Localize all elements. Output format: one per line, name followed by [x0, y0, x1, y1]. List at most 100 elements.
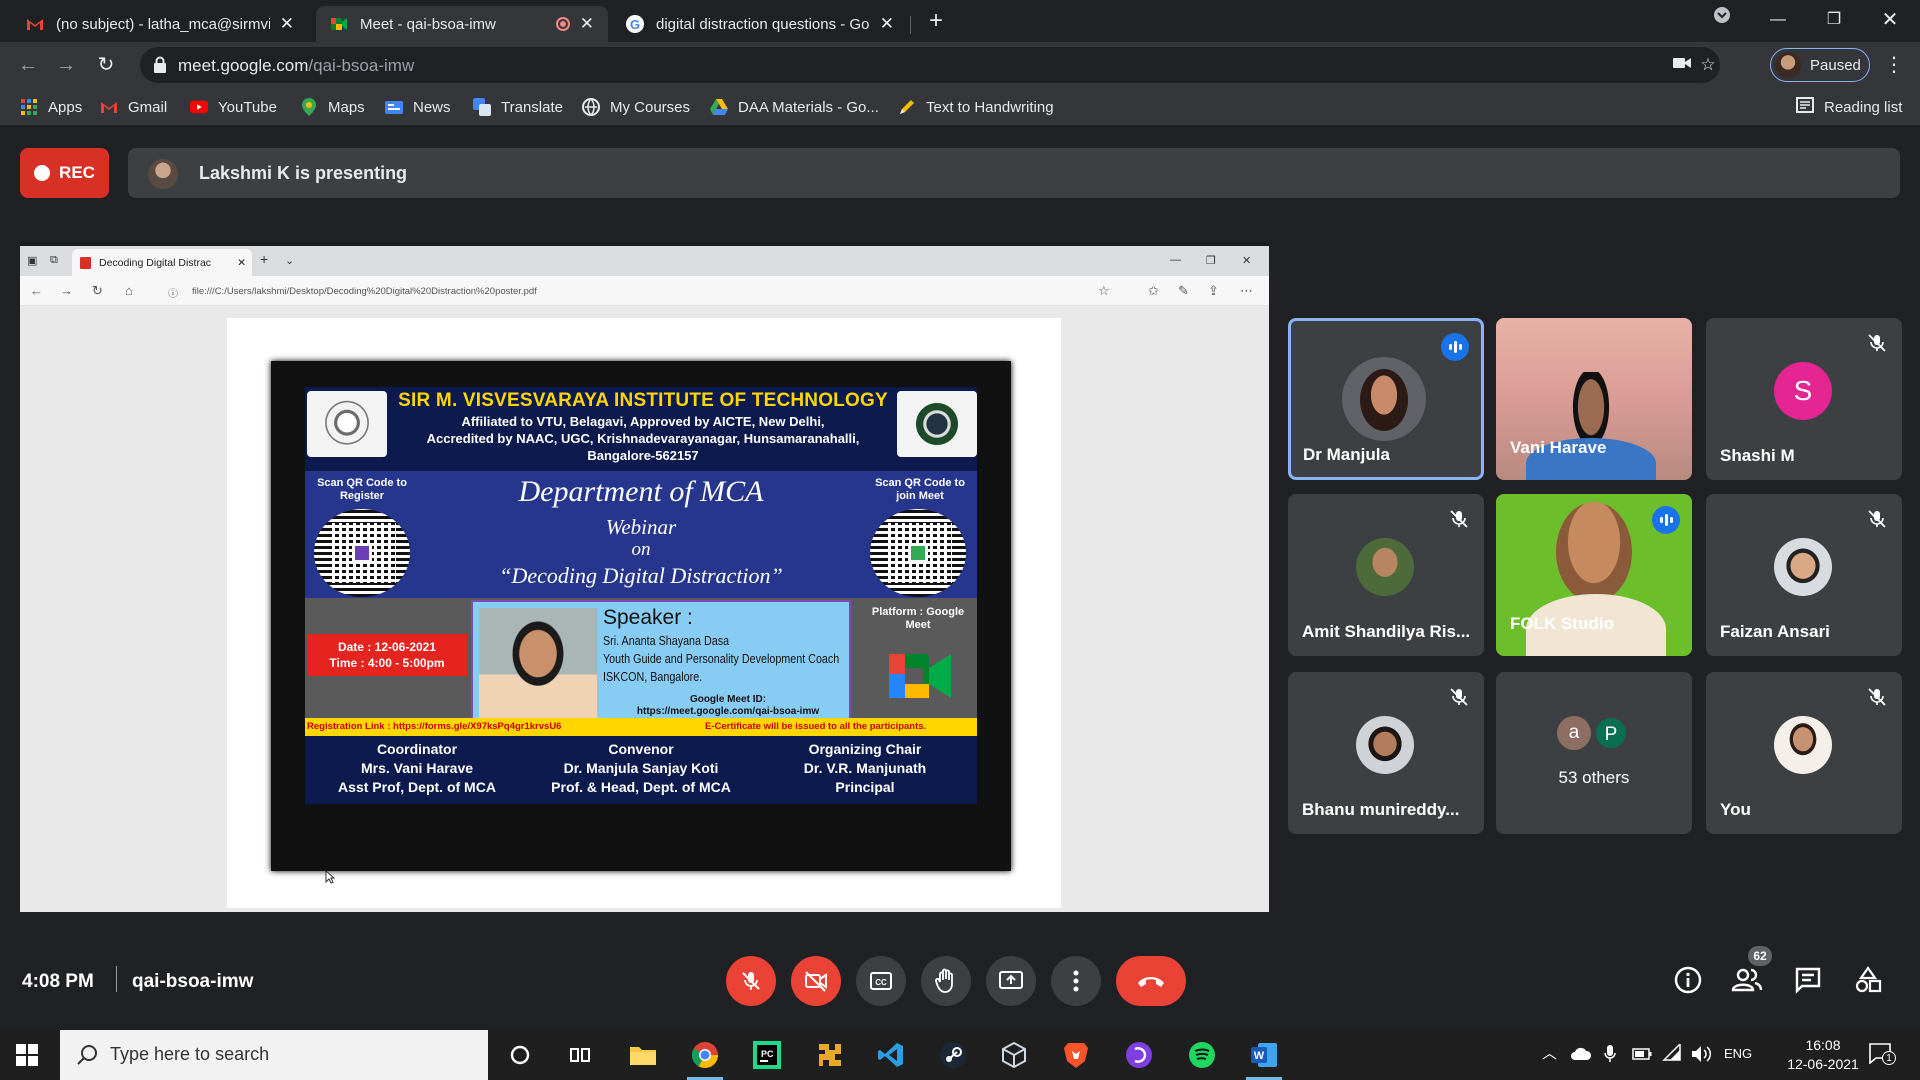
leave-call-button[interactable]: [1116, 956, 1186, 1006]
bookmark-maps[interactable]: Maps: [300, 96, 365, 118]
participant-tile-you[interactable]: You: [1706, 672, 1902, 834]
avatar-initial: P: [1594, 716, 1628, 750]
show-hidden-icons-chevron-icon[interactable]: ︿: [1542, 1042, 1557, 1063]
chat-button[interactable]: [1792, 964, 1824, 996]
close-tab-icon[interactable]: ✕: [580, 14, 594, 34]
department-logo: [897, 391, 977, 457]
recording-indicator[interactable]: REC: [20, 148, 109, 198]
vscode-button[interactable]: [869, 1037, 913, 1073]
mic-off-icon: [1868, 688, 1886, 706]
minimize-button[interactable]: —: [1750, 0, 1806, 40]
bookmark-star-icon[interactable]: ☆: [1696, 53, 1720, 77]
close-window-button[interactable]: ✕: [1862, 0, 1918, 40]
tab-meet[interactable]: Meet - qai-bsoa-imw ✕: [316, 6, 608, 42]
onedrive-cloud-icon[interactable]: [1570, 1046, 1592, 1062]
address-bar[interactable]: meet.google.com/qai-bsoa-imw ☆: [140, 47, 1720, 83]
brave-button[interactable]: [1054, 1037, 1098, 1073]
poster-speaker-band: Date : 12-06-2021 Time : 4:00 - 5:00pm S…: [305, 598, 977, 730]
qr-register-label: Scan QR Code to Register: [317, 477, 407, 502]
tab-search-button[interactable]: [1694, 0, 1750, 40]
reload-button[interactable]: ↻: [92, 51, 120, 79]
microphone-toggle-button[interactable]: [726, 956, 776, 1006]
wifi-icon[interactable]: [1662, 1044, 1682, 1062]
participant-tile-shashi-m[interactable]: S Shashi M: [1706, 318, 1902, 480]
new-tab-button[interactable]: +: [922, 8, 950, 36]
notifications-button[interactable]: 1: [1868, 1042, 1898, 1068]
bookmark-my-courses[interactable]: My Courses: [582, 96, 690, 118]
file-explorer-button[interactable]: [621, 1037, 665, 1073]
meeting-details-button[interactable]: [1672, 964, 1704, 996]
bookmarks-bar: Apps Gmail YouTube Maps News Translate M…: [0, 88, 1920, 126]
url-path: /qai-bsoa-imw: [308, 56, 415, 75]
poster-content: SIR M. VISVESVARAYA INSTITUTE OF TECHNOL…: [305, 387, 977, 845]
people-button[interactable]: [1731, 964, 1763, 996]
bookmark-news[interactable]: News: [385, 96, 451, 118]
battery-icon[interactable]: [1632, 1048, 1652, 1060]
raise-hand-button[interactable]: [921, 956, 971, 1006]
event-time: Time : 4:00 - 5:00pm: [329, 656, 445, 670]
profile-button[interactable]: Paused: [1770, 48, 1870, 82]
participant-tile-vani-harave[interactable]: Vani Harave: [1496, 318, 1692, 480]
virtualbox-button[interactable]: [992, 1037, 1036, 1073]
presenter-avatar: [148, 159, 178, 189]
virtualbox-cube-icon: [1002, 1041, 1026, 1069]
windows-start-icon[interactable]: [16, 1044, 38, 1066]
gmail-icon: [26, 15, 44, 33]
participant-tile-bhanu[interactable]: Bhanu munireddy...: [1288, 672, 1484, 834]
present-now-button[interactable]: [986, 956, 1036, 1006]
close-tab-icon[interactable]: ✕: [880, 14, 894, 34]
participant-tile-amit[interactable]: Amit Shandilya Ris...: [1288, 494, 1484, 656]
forward-button[interactable]: →: [52, 51, 80, 79]
speaker-photo: [479, 608, 597, 728]
participant-name: Amit Shandilya Ris...: [1302, 622, 1471, 641]
language-indicator[interactable]: ENG: [1724, 1046, 1752, 1061]
taskbar-search-box[interactable]: Type here to search: [60, 1030, 488, 1080]
app-puzzle-button[interactable]: [808, 1037, 852, 1073]
participant-tile-others[interactable]: a P 53 others: [1496, 672, 1692, 834]
pycharm-button[interactable]: PC: [745, 1037, 789, 1073]
camera-in-use-icon[interactable]: [1670, 53, 1694, 77]
google-meet-icon: [330, 15, 348, 33]
bookmark-text-to-handwriting[interactable]: Text to Handwriting: [898, 96, 1054, 118]
bookmark-apps[interactable]: Apps: [20, 96, 82, 118]
participant-tile-faizan-ansari[interactable]: Faizan Ansari: [1706, 494, 1902, 656]
close-tab-icon[interactable]: ✕: [280, 14, 294, 34]
url-host: meet.google.com: [178, 56, 309, 75]
bookmark-gmail[interactable]: Gmail: [100, 96, 167, 118]
avatar: [1342, 357, 1426, 441]
favorites-icon: ✩: [1148, 283, 1159, 298]
department-title: Department of MCA: [518, 475, 764, 508]
taskbar-clock[interactable]: 16:08 12-06-2021: [1778, 1036, 1868, 1074]
word-taskbar-button[interactable]: W: [1242, 1037, 1286, 1080]
spotify-button[interactable]: [1180, 1037, 1224, 1073]
participant-tile-dr-manjula[interactable]: Dr Manjula: [1288, 318, 1484, 480]
tab-google-search[interactable]: G digital distraction questions - Go ✕: [612, 6, 908, 42]
profile-status: Paused: [1810, 56, 1861, 74]
more-options-button[interactable]: [1051, 956, 1101, 1006]
microphone-tray-icon[interactable]: [1604, 1044, 1616, 1064]
shared-url: file:///C:/Users/lakshmi/Desktop/Decodin…: [192, 286, 537, 297]
chrome-taskbar-button[interactable]: [683, 1037, 727, 1080]
back-button[interactable]: ←: [14, 51, 42, 79]
browser-menu-icon[interactable]: ⋮: [1880, 51, 1908, 79]
bookmark-youtube[interactable]: YouTube: [190, 96, 277, 118]
cortana-button[interactable]: [498, 1037, 542, 1073]
tab-title: Meet - qai-bsoa-imw: [360, 15, 496, 33]
task-view-button[interactable]: [558, 1037, 602, 1073]
restore-icon: ❐: [1206, 255, 1216, 267]
activities-button[interactable]: [1852, 964, 1884, 996]
steam-button[interactable]: [931, 1037, 975, 1073]
camera-toggle-button[interactable]: [791, 956, 841, 1006]
participant-video: [1556, 502, 1632, 602]
restore-button[interactable]: ❐: [1806, 0, 1862, 40]
shared-screen[interactable]: ▣ ⧉ Decoding Digital Distrac ✕ + ⌄ — ❐ ✕ …: [20, 242, 1269, 912]
captions-button[interactable]: CC: [856, 956, 906, 1006]
bookmark-translate[interactable]: Translate: [473, 96, 563, 118]
volume-icon[interactable]: [1690, 1044, 1712, 1064]
participant-tile-folk-studio[interactable]: FOLK Studio: [1496, 494, 1692, 656]
speaker-org: ISKCON, Bangalore.: [603, 670, 703, 684]
reading-list-button[interactable]: Reading list: [1796, 96, 1902, 118]
bookmark-daa-materials[interactable]: DAA Materials - Go...: [710, 96, 879, 118]
podcast-app-button[interactable]: [1117, 1037, 1161, 1073]
tab-gmail[interactable]: (no subject) - latha_mca@sirmvit ✕: [12, 6, 308, 42]
